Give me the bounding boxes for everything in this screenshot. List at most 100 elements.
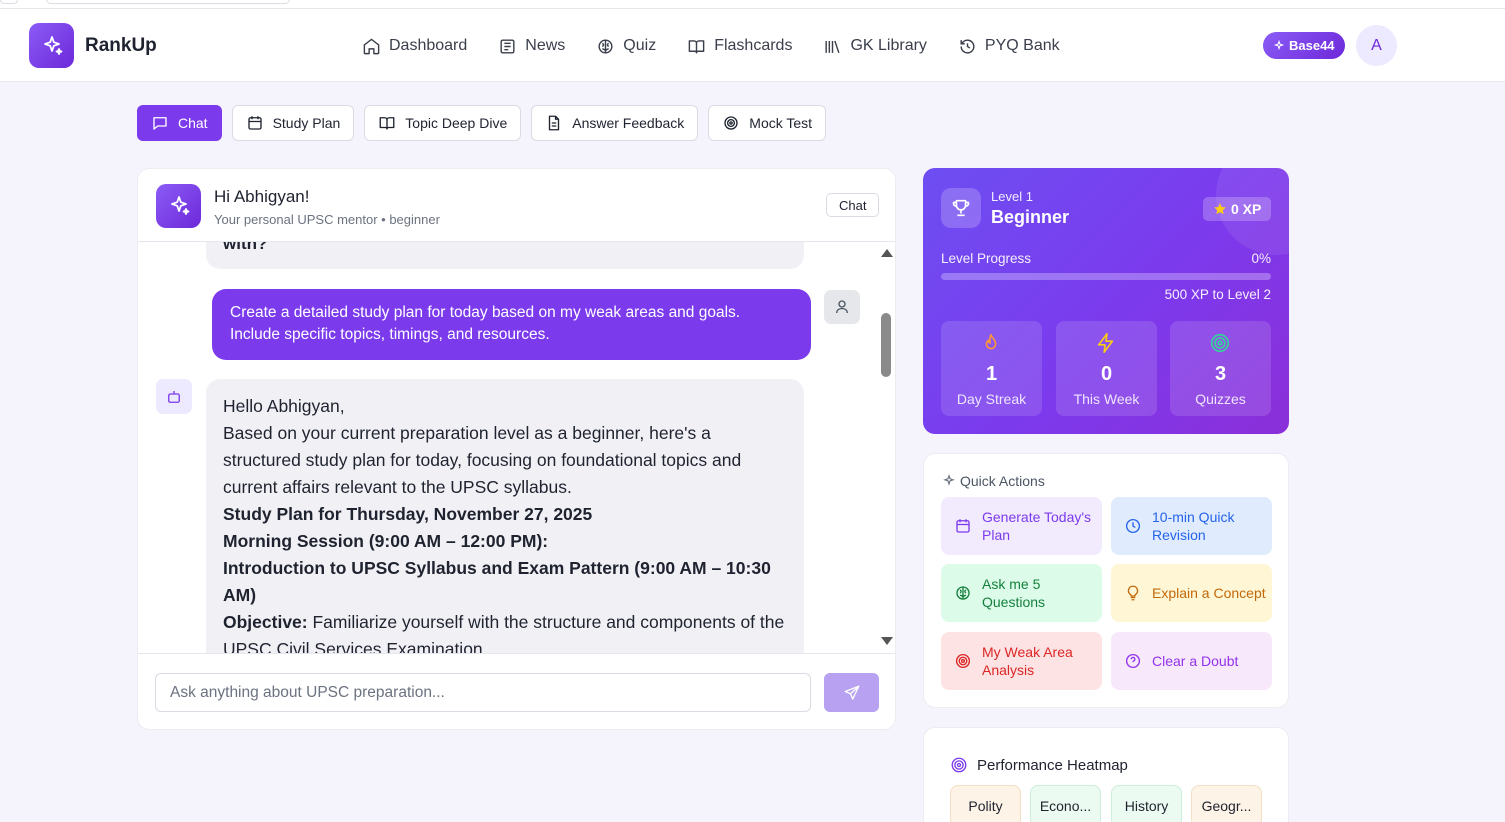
- ask-questions-button[interactable]: Ask me 5 Questions: [941, 564, 1102, 622]
- nav-pyq-bank[interactable]: PYQ Bank: [958, 33, 1060, 59]
- star-icon: [1214, 203, 1226, 215]
- stat-day-streak: 1 Day Streak: [941, 321, 1042, 416]
- stat-quizzes: 3 Quizzes: [1170, 321, 1271, 416]
- heatmap-cell[interactable]: History: [1111, 785, 1182, 822]
- stat-value: 1: [985, 363, 998, 385]
- main-nav: Dashboard News Quiz Flashcards GK Librar…: [362, 33, 1091, 59]
- level-name: Beginner: [991, 207, 1070, 227]
- heatmap-cell[interactable]: Geogr...: [1191, 785, 1262, 822]
- tab-label: Topic Deep Dive: [405, 115, 508, 131]
- xp-value: 0 XP: [1231, 201, 1262, 217]
- target-icon: [1210, 333, 1230, 353]
- stat-this-week: 0 This Week: [1056, 321, 1157, 416]
- xp-badge: 0 XP: [1203, 197, 1272, 221]
- message-square-icon: [153, 117, 167, 130]
- scroll-up-arrow[interactable]: [881, 249, 893, 257]
- scroll-thumb[interactable]: [881, 313, 891, 377]
- user-avatar[interactable]: A: [1356, 25, 1397, 66]
- tab-label: Answer Feedback: [572, 115, 685, 131]
- nav-label: GK Library: [850, 37, 927, 54]
- tab-label: Chat: [178, 115, 208, 131]
- newspaper-icon: [500, 38, 515, 54]
- chat-header: Hi Abhigyan! Your personal UPSC mentor •…: [138, 169, 895, 242]
- stat-value: 0: [1100, 363, 1113, 385]
- help-circle-icon: [1125, 653, 1141, 669]
- chat-panel: Hi Abhigyan! Your personal UPSC mentor •…: [137, 168, 896, 730]
- calendar-icon: [956, 519, 970, 533]
- browser-top-strip: [0, 0, 1505, 9]
- session-heading: Morning Session (9:00 AM – 12:00 PM):: [223, 531, 549, 551]
- explain-concept-button[interactable]: Explain a Concept: [1111, 564, 1272, 622]
- chat-subtitle: Your personal UPSC mentor • beginner: [214, 212, 440, 227]
- heatmap-cell[interactable]: Econo...: [1030, 785, 1101, 822]
- nav-dashboard[interactable]: Dashboard: [362, 33, 467, 59]
- browser-tab-stub: [46, 0, 290, 4]
- level-progress-bar: [941, 273, 1271, 280]
- level-card: Level 1 Beginner 0 XP Level Progress 0% …: [923, 168, 1289, 434]
- nav-label: Quiz: [623, 37, 657, 54]
- clear-doubt-button[interactable]: Clear a Doubt: [1111, 632, 1272, 690]
- user-message: Create a detailed study plan for today b…: [212, 289, 811, 360]
- chat-mode-pill: Chat: [826, 193, 880, 217]
- objective-text: Familiarize yourself with the structure …: [223, 612, 785, 653]
- lightbulb-icon: [1127, 585, 1139, 601]
- chat-scrollbar[interactable]: [879, 245, 893, 653]
- file-text-icon: [549, 115, 560, 131]
- nav-label: Flashcards: [714, 37, 793, 54]
- level-progress-label: Level Progress: [941, 251, 1032, 266]
- nav-news[interactable]: News: [498, 33, 565, 59]
- stat-value: 3: [1214, 363, 1227, 385]
- generate-plan-button[interactable]: Generate Today's Plan: [941, 497, 1102, 555]
- app-name: RankUp: [85, 34, 157, 56]
- app-header: RankUp Dashboard News Quiz Flashcards GK…: [0, 9, 1505, 82]
- objective-label: Objective:: [223, 612, 308, 632]
- flame-icon: [985, 333, 997, 350]
- bot-intro: Based on your current preparation level …: [223, 423, 742, 497]
- chat-input[interactable]: [155, 673, 811, 712]
- app-logo[interactable]: RankUp: [29, 23, 157, 68]
- send-button[interactable]: [824, 673, 879, 712]
- book-open-icon: [688, 39, 705, 54]
- tab-study-plan[interactable]: Study Plan: [231, 105, 355, 141]
- topic-heading: Introduction to UPSC Syllabus and Exam P…: [223, 558, 771, 605]
- send-icon: [844, 685, 859, 700]
- scroll-down-arrow[interactable]: [881, 637, 893, 645]
- browser-tab-stub: [0, 0, 18, 4]
- nav-gk-library[interactable]: GK Library: [823, 33, 927, 59]
- message-fragment: with?: [223, 242, 268, 253]
- sparkles-icon: [943, 474, 955, 486]
- mode-tabs: Chat Study Plan Topic Deep Dive Answer F…: [137, 105, 827, 141]
- level-progress-percent: 0%: [1251, 251, 1271, 266]
- nav-flashcards[interactable]: Flashcards: [687, 33, 792, 59]
- base44-badge[interactable]: Base44: [1263, 32, 1345, 59]
- sparkles-icon: [1273, 39, 1285, 50]
- bot-message-previous: with?: [206, 242, 804, 269]
- heatmap-cell[interactable]: Polity: [950, 785, 1021, 822]
- base44-label: Base44: [1289, 38, 1335, 53]
- tab-mock-test[interactable]: Mock Test: [708, 105, 827, 141]
- nav-label: Dashboard: [389, 37, 468, 54]
- brain-icon: [956, 586, 970, 600]
- level-number: Level 1: [991, 189, 1033, 204]
- stat-label: This Week: [1073, 391, 1140, 407]
- calendar-icon: [247, 116, 262, 130]
- performance-heatmap-card: Performance Heatmap Polity Econo... Hist…: [923, 727, 1289, 822]
- bot-message: Hello Abhigyan, Based on your current pr…: [206, 379, 804, 653]
- tab-topic-deep-dive[interactable]: Topic Deep Dive: [364, 105, 522, 141]
- quick-revision-button[interactable]: 10-min Quick Revision: [1111, 497, 1272, 555]
- sparkles-icon: [29, 23, 74, 68]
- weak-area-button[interactable]: My Weak Area Analysis: [941, 632, 1102, 690]
- tab-answer-feedback[interactable]: Answer Feedback: [531, 105, 699, 141]
- plan-heading: Study Plan for Thursday, November 27, 20…: [223, 504, 593, 524]
- sparkles-icon: [156, 184, 201, 228]
- user-icon: [824, 290, 860, 324]
- next-level-text: 500 XP to Level 2: [1164, 287, 1271, 302]
- book-open-icon: [379, 117, 395, 130]
- zap-icon: [1097, 333, 1114, 353]
- quick-actions-title: Quick Actions: [942, 473, 1045, 489]
- tab-chat[interactable]: Chat: [137, 105, 222, 141]
- target-icon: [951, 757, 967, 773]
- message-list[interactable]: with? Create a detailed study plan for t…: [138, 242, 895, 653]
- nav-quiz[interactable]: Quiz: [596, 33, 656, 59]
- heatmap-title: Performance Heatmap: [950, 756, 1128, 774]
